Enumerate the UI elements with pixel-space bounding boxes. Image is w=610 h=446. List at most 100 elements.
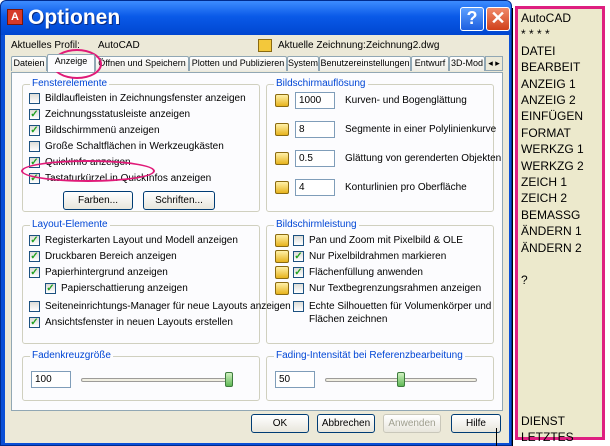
screen-menu-item[interactable]: BEMASSG bbox=[521, 208, 580, 222]
screen-menu-item[interactable]: * * * * bbox=[521, 27, 550, 41]
bildschirmaufloesung-title: Bildschirmauflösung bbox=[274, 78, 368, 89]
drawing-setting-icon bbox=[275, 234, 289, 247]
ok-button[interactable]: OK bbox=[251, 414, 309, 433]
hilfe-button[interactable]: Hilfe bbox=[451, 414, 501, 433]
checkbox-label: Nur Pixelbildrahmen markieren bbox=[309, 251, 447, 262]
fadenkreuz-slider-thumb[interactable] bbox=[225, 372, 233, 387]
current-profile-label: Aktuelles Profil: bbox=[11, 40, 80, 51]
options-tab-strip: Dateien Anzeige Öffnen und Speichern Plo… bbox=[11, 54, 503, 72]
checkbox-box[interactable]: ✓ bbox=[29, 157, 40, 168]
drawing-setting-icon bbox=[275, 94, 289, 107]
bildschirmleistung-title: Bildschirmleistung bbox=[274, 219, 359, 230]
checkbox-box[interactable] bbox=[29, 301, 40, 312]
drawing-setting-icon bbox=[275, 282, 289, 295]
checkbox-label: Ansichtsfenster in neuen Layouts erstell… bbox=[45, 317, 233, 328]
tab-dateien[interactable]: Dateien bbox=[11, 56, 47, 71]
konturlinien-input[interactable]: 4 bbox=[295, 179, 335, 196]
screen-menu-item-letztes[interactable]: LETZTES bbox=[521, 430, 574, 444]
checkbox-box[interactable]: ✓ bbox=[29, 317, 40, 328]
checkbox-box[interactable]: ✓ bbox=[29, 109, 40, 120]
screen-menu-item[interactable]: ZEICH 1 bbox=[521, 175, 567, 189]
checkbox-label: Bildlaufleisten in Zeichnungsfenster anz… bbox=[45, 93, 246, 104]
checkbox-box[interactable]: ✓ bbox=[29, 125, 40, 136]
anwenden-button[interactable]: Anwenden bbox=[383, 414, 441, 433]
bildschirmaufloesung-group: Bildschirmauflösung 1000 Kurven- und Bog… bbox=[266, 78, 501, 212]
drawing-setting-icon bbox=[275, 250, 289, 263]
bildschirmleistung-group: Bildschirmleistung Pan und Zoom mit Pixe… bbox=[266, 219, 494, 344]
polylinien-segmente-label: Segmente in einer Polylinienkurve bbox=[345, 124, 497, 135]
screen-menu-item[interactable]: ? bbox=[521, 273, 528, 287]
drawing-setting-icon bbox=[275, 152, 289, 165]
screen-menu-item-dienst[interactable]: DIENST bbox=[521, 414, 565, 428]
options-dialog: A Optionen ? ✕ Aktuelles Profil: AutoCAD… bbox=[0, 0, 512, 446]
tab-entwurf[interactable]: Entwurf bbox=[411, 56, 449, 71]
fading-input[interactable]: 50 bbox=[275, 371, 315, 388]
tab-scroll-arrows-icon[interactable]: ◂ ▸ bbox=[485, 56, 503, 71]
checkbox-box[interactable]: ✓ bbox=[29, 251, 40, 262]
tab-benutzereinstellungen[interactable]: Benutzereinstellungen bbox=[319, 56, 411, 71]
fadenkreuz-group: Fadenkreuzgröße 100 bbox=[22, 350, 260, 401]
screen-menu-item[interactable]: DATEI bbox=[521, 44, 555, 58]
drawing-file-icon bbox=[258, 39, 272, 52]
checkbox-box[interactable]: ✓ bbox=[29, 235, 40, 246]
checkbox-label: Druckbaren Bereich anzeigen bbox=[45, 251, 177, 262]
tab-system[interactable]: System bbox=[287, 56, 319, 71]
screen-menu-item[interactable]: BEARBEIT bbox=[521, 60, 580, 74]
screen-menu-item[interactable]: ZEICH 2 bbox=[521, 191, 567, 205]
tab-3d-modellierung[interactable]: 3D-Mod bbox=[449, 56, 485, 71]
screen-menu-item[interactable]: EINFÜGEN bbox=[521, 109, 583, 123]
screen-menu-item[interactable]: AutoCAD bbox=[521, 11, 571, 25]
current-drawing-label: Aktuelle Zeichnung: bbox=[278, 40, 366, 51]
fadenkreuz-input[interactable]: 100 bbox=[31, 371, 71, 388]
tab-plotten-publizieren[interactable]: Plotten und Publizieren bbox=[189, 56, 287, 71]
checkbox-box[interactable] bbox=[293, 301, 304, 312]
schriften-button[interactable]: Schriften... bbox=[143, 191, 215, 210]
fadenkreuz-slider-track[interactable] bbox=[81, 378, 233, 382]
checkbox-label: Seiteneinrichtungs-Manager für neue Layo… bbox=[45, 301, 291, 312]
checkbox-box[interactable]: ✓ bbox=[45, 283, 56, 294]
window-edge-line bbox=[496, 428, 497, 446]
screen-menu-item[interactable]: FORMAT bbox=[521, 126, 571, 140]
screen-menu-item[interactable]: WERKZG 1 bbox=[521, 142, 584, 156]
checkbox-box[interactable]: ✓ bbox=[29, 267, 40, 278]
checkbox-box[interactable] bbox=[293, 283, 304, 294]
abbrechen-button[interactable]: Abbrechen bbox=[317, 414, 375, 433]
fensterelemente-title: Fensterelemente bbox=[30, 78, 110, 89]
screen-menu-item[interactable]: WERKZG 2 bbox=[521, 159, 584, 173]
drawing-setting-icon bbox=[275, 181, 289, 194]
checkbox-label: Echte Silhouetten für Volumenkörper und bbox=[309, 301, 492, 312]
current-profile-value: AutoCAD bbox=[98, 40, 140, 51]
fadenkreuz-title: Fadenkreuzgröße bbox=[30, 350, 113, 361]
checkbox-label: Flächenfüllung anwenden bbox=[309, 267, 423, 278]
polylinien-segmente-input[interactable]: 8 bbox=[295, 121, 335, 138]
current-drawing-value: Zeichnung2.dwg bbox=[366, 40, 440, 51]
gerenderte-glaettung-input[interactable]: 0.5 bbox=[295, 150, 335, 167]
checkbox-label: Registerkarten Layout und Modell anzeige… bbox=[45, 235, 238, 246]
checkbox-box[interactable] bbox=[293, 235, 304, 246]
checkbox-box[interactable]: ✓ bbox=[29, 173, 40, 184]
help-question-icon[interactable]: ? bbox=[460, 7, 484, 31]
kurvenglaettung-input[interactable]: 1000 bbox=[295, 92, 335, 109]
window-edge-line bbox=[512, 8, 513, 446]
checkbox-label: Große Schaltflächen in Werkzeugkästen bbox=[45, 141, 224, 152]
fading-slider-thumb[interactable] bbox=[397, 372, 405, 387]
checkbox-box[interactable]: ✓ bbox=[293, 267, 304, 278]
screen-menu-item[interactable]: ÄNDERN 2 bbox=[521, 241, 582, 255]
screen-menu-item[interactable]: ÄNDERN 1 bbox=[521, 224, 582, 238]
checkbox-box[interactable] bbox=[29, 93, 40, 104]
title-bar[interactable]: A Optionen ? ✕ bbox=[1, 1, 511, 35]
checkbox-label: Tastaturkürzel in QuickInfos anzeigen bbox=[45, 173, 212, 184]
tab-anzeige[interactable]: Anzeige bbox=[47, 54, 95, 72]
farben-button[interactable]: Farben... bbox=[63, 191, 133, 210]
checkbox-label: Papierschattierung anzeigen bbox=[61, 283, 188, 294]
checkbox-box[interactable] bbox=[29, 141, 40, 152]
checkbox-box[interactable]: ✓ bbox=[293, 251, 304, 262]
screen-menu-item[interactable]: ANZEIG 2 bbox=[521, 93, 576, 107]
tab-oeffnen-speichern[interactable]: Öffnen und Speichern bbox=[95, 56, 189, 71]
gerenderte-glaettung-label: Glättung von gerenderten Objekten bbox=[345, 153, 502, 164]
screen-menu-item[interactable]: ANZEIG 1 bbox=[521, 77, 576, 91]
close-icon[interactable]: ✕ bbox=[486, 7, 510, 31]
layout-elemente-title: Layout-Elemente bbox=[30, 219, 110, 230]
fensterelemente-group: Fensterelemente Bildlaufleisten in Zeich… bbox=[22, 78, 260, 212]
checkbox-label: Nur Textbegrenzungsrahmen anzeigen bbox=[309, 283, 482, 294]
